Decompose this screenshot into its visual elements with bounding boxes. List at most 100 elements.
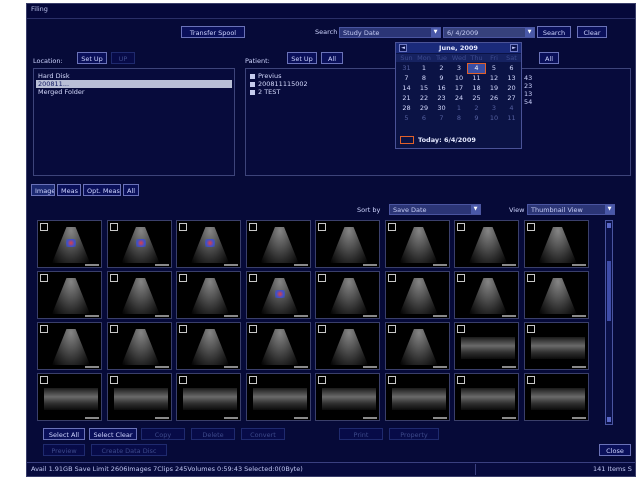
- calendar-day[interactable]: 21: [398, 94, 415, 103]
- ultrasound-thumbnail[interactable]: [176, 271, 241, 319]
- calendar-day[interactable]: 13: [503, 74, 520, 83]
- calendar-day[interactable]: 28: [398, 104, 415, 113]
- select-all-button[interactable]: Select All: [43, 428, 85, 440]
- select-clear-button[interactable]: Select Clear: [89, 428, 137, 440]
- calendar-day[interactable]: 11: [503, 114, 520, 123]
- today-link[interactable]: Today: 6/4/2009: [400, 136, 476, 144]
- ultrasound-thumbnail[interactable]: [106, 271, 172, 319]
- ultrasound-thumbnail[interactable]: [384, 220, 450, 268]
- next-month-icon[interactable]: ►: [510, 44, 518, 52]
- ultrasound-thumbnail[interactable]: [245, 220, 311, 268]
- calendar-day[interactable]: 10: [486, 114, 503, 123]
- date-field[interactable]: 6/ 4/2009 ▼: [443, 27, 535, 38]
- calendar-day[interactable]: 19: [486, 84, 503, 93]
- tab-opt-meas[interactable]: Opt. Meas: [83, 184, 121, 196]
- ultrasound-thumbnail[interactable]: [454, 220, 519, 268]
- calendar-day[interactable]: 31: [398, 64, 415, 73]
- print-button[interactable]: Print: [339, 428, 383, 440]
- calendar-day[interactable]: 1: [416, 64, 433, 73]
- patient-setup-button[interactable]: Set Up: [287, 52, 317, 64]
- calendar-day[interactable]: 23: [433, 94, 450, 103]
- ultrasound-thumbnail[interactable]: [245, 271, 311, 319]
- tab-meas[interactable]: Meas: [57, 184, 81, 196]
- calendar-day[interactable]: 26: [486, 94, 503, 103]
- calendar-day[interactable]: 8: [416, 74, 433, 83]
- delete-button[interactable]: Delete: [191, 428, 235, 440]
- ultrasound-thumbnail[interactable]: [454, 271, 519, 319]
- ultrasound-thumbnail[interactable]: [523, 220, 589, 268]
- location-item-selected[interactable]: 200811...: [36, 80, 232, 88]
- calendar-day[interactable]: 5: [398, 114, 415, 123]
- sort-select[interactable]: Save Date ▼: [389, 204, 481, 215]
- clear-button[interactable]: Clear: [577, 26, 607, 38]
- checkbox-icon[interactable]: [250, 89, 255, 95]
- ultrasound-thumbnail[interactable]: [176, 220, 241, 268]
- ultrasound-thumbnail[interactable]: [37, 220, 102, 268]
- search-button[interactable]: Search: [537, 26, 571, 38]
- scrollbar-thumb[interactable]: [607, 261, 611, 321]
- checkbox-icon[interactable]: [250, 81, 255, 87]
- calendar-day[interactable]: 25: [468, 94, 485, 103]
- calendar-day[interactable]: 4: [503, 104, 520, 113]
- ultrasound-thumbnail[interactable]: [523, 271, 589, 319]
- calendar-day[interactable]: 12: [486, 74, 503, 83]
- calendar-day[interactable]: 7: [398, 74, 415, 83]
- calendar-day[interactable]: 3: [486, 104, 503, 113]
- thumbnail-grid[interactable]: [37, 220, 604, 425]
- checkbox-icon[interactable]: [250, 73, 255, 79]
- view-select[interactable]: Thumbnail View ▼: [527, 204, 615, 215]
- calendar-day[interactable]: 2: [468, 104, 485, 113]
- ultrasound-thumbnail[interactable]: [245, 373, 311, 421]
- date-picker-calendar[interactable]: ◄ June, 2009 ► Sun Mon Tue Wed Thu Fri Sat 31 1…: [395, 42, 522, 149]
- ultrasound-thumbnail[interactable]: [315, 373, 380, 421]
- convert-button[interactable]: Convert: [241, 428, 285, 440]
- ultrasound-thumbnail[interactable]: [454, 322, 519, 370]
- patient-all-button[interactable]: All: [321, 52, 343, 64]
- copy-button[interactable]: Copy: [141, 428, 185, 440]
- ultrasound-thumbnail[interactable]: [37, 373, 102, 421]
- ultrasound-thumbnail[interactable]: [106, 220, 172, 268]
- search-field-select[interactable]: Study Date ▼: [339, 27, 441, 38]
- calendar-day[interactable]: 24: [451, 94, 468, 103]
- transfer-spool-button[interactable]: Transfer Spool: [181, 26, 245, 38]
- ultrasound-thumbnail[interactable]: [176, 322, 241, 370]
- calendar-day-selected[interactable]: 4: [467, 63, 486, 74]
- calendar-day[interactable]: 29: [416, 104, 433, 113]
- scroll-up-icon[interactable]: [607, 223, 611, 228]
- location-setup-button[interactable]: Set Up: [77, 52, 107, 64]
- calendar-day[interactable]: 6: [416, 114, 433, 123]
- calendar-day[interactable]: 30: [433, 104, 450, 113]
- ultrasound-thumbnail[interactable]: [523, 373, 589, 421]
- ultrasound-thumbnail[interactable]: [315, 220, 380, 268]
- patient-all-button-right[interactable]: All: [539, 52, 559, 64]
- tab-image[interactable]: Image: [31, 184, 55, 196]
- location-item-merged-folder[interactable]: Merged Folder: [36, 88, 232, 96]
- preview-button[interactable]: Preview: [43, 444, 85, 456]
- ultrasound-thumbnail[interactable]: [37, 322, 102, 370]
- ultrasound-thumbnail[interactable]: [384, 322, 450, 370]
- ultrasound-thumbnail[interactable]: [454, 373, 519, 421]
- location-item-hard-disk[interactable]: Hard Disk: [36, 72, 232, 80]
- ultrasound-thumbnail[interactable]: [37, 271, 102, 319]
- calendar-day[interactable]: 22: [416, 94, 433, 103]
- close-button[interactable]: Close: [599, 444, 631, 456]
- ultrasound-thumbnail[interactable]: [523, 322, 589, 370]
- ultrasound-thumbnail[interactable]: [315, 322, 380, 370]
- calendar-day[interactable]: 17: [451, 84, 468, 93]
- calendar-day[interactable]: 5: [486, 64, 503, 73]
- ultrasound-thumbnail[interactable]: [384, 373, 450, 421]
- ultrasound-thumbnail[interactable]: [106, 322, 172, 370]
- calendar-day[interactable]: 14: [398, 84, 415, 93]
- tab-all[interactable]: All: [123, 184, 139, 196]
- property-button[interactable]: Property: [389, 428, 439, 440]
- ultrasound-thumbnail[interactable]: [384, 271, 450, 319]
- up-button[interactable]: UP: [111, 52, 135, 64]
- calendar-day[interactable]: 7: [433, 114, 450, 123]
- ultrasound-thumbnail[interactable]: [106, 373, 172, 421]
- calendar-day[interactable]: 8: [451, 114, 468, 123]
- location-list[interactable]: Hard Disk 200811... Merged Folder: [33, 68, 235, 176]
- ultrasound-thumbnail[interactable]: [315, 271, 380, 319]
- calendar-day[interactable]: 18: [468, 84, 485, 93]
- calendar-day[interactable]: 3: [451, 64, 468, 73]
- scroll-down-icon[interactable]: [607, 417, 611, 422]
